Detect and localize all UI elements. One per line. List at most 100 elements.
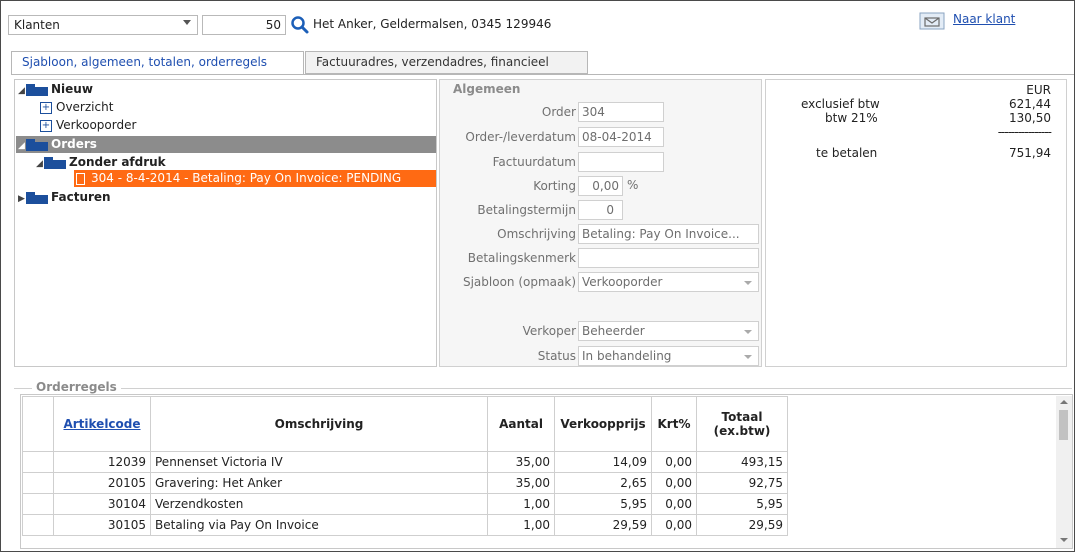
tab-factuuradres[interactable]: Factuuradres, verzendadres, financieel [305,51,588,74]
tree-item-label: Facturen [51,190,111,204]
cell-aantal[interactable]: 1,00 [487,493,555,515]
tree-item-order-304[interactable]: 304 - 8-4-2014 - Betaling: Pay On Invoic… [76,169,401,187]
cell-krt[interactable]: 0,00 [651,451,697,473]
cell-krt[interactable]: 0,00 [651,493,697,515]
row-indicator[interactable] [22,451,54,473]
cell-krt[interactable]: 0,00 [651,472,697,494]
collapse-arrow-icon[interactable]: ◢ [36,155,44,173]
cell-verkoopprijs[interactable]: 14,09 [554,451,652,473]
tree-item-nieuw[interactable]: ◢ Nieuw [18,80,93,98]
korting-field[interactable]: 0,00 [578,176,623,196]
row-indicator[interactable] [22,514,54,536]
leverdatum-field[interactable]: 08-04-2014 [578,127,664,147]
cell-verkoopprijs[interactable]: 5,95 [554,493,652,515]
status-label: Status [537,349,576,363]
cell-omschrijving[interactable]: Pennenset Victoria IV [150,451,488,473]
te-betalen-value: 751,94 [1009,146,1051,160]
relation-type-value: Klanten [14,18,60,32]
btw-value: 130,50 [1009,111,1051,125]
factuurdatum-label: Factuurdatum [492,155,576,169]
korting-label: Korting [533,179,576,193]
row-indicator[interactable] [22,472,54,494]
verkoper-select[interactable]: Beheerder [578,321,759,341]
cell-totaal: 5,95 [696,493,788,515]
verkoper-label: Verkoper [522,324,576,338]
cell-aantal[interactable]: 1,00 [487,514,555,536]
collapse-arrow-icon[interactable]: ◢ [18,82,26,100]
cell-artikelcode[interactable]: 30104 [53,493,151,515]
naar-klant-link[interactable]: Naar klant [953,12,1015,26]
client-info-text: Het Anker, Geldermalsen, 0345 129946 [313,17,552,31]
cell-krt[interactable]: 0,00 [651,514,697,536]
chevron-down-icon[interactable] [183,20,191,25]
document-icon [76,172,85,185]
cell-aantal[interactable]: 35,00 [487,472,555,494]
factuurdatum-field[interactable] [578,152,664,172]
sjabloon-select[interactable]: Verkooporder [578,272,759,292]
currency-label: EUR [1026,83,1051,97]
scroll-down-arrow-icon[interactable] [1060,538,1068,542]
cell-verkoopprijs[interactable]: 2,65 [554,472,652,494]
status-select[interactable]: In behandeling [578,346,759,366]
cell-artikelcode[interactable]: 20105 [53,472,151,494]
chevron-down-icon[interactable] [744,281,752,285]
totals-panel: EUR exclusief btw 621,44 btw 21% 130,50 … [765,79,1067,367]
cell-artikelcode[interactable]: 30105 [53,514,151,536]
table-row[interactable]: 12039 Pennenset Victoria IV 35,00 14,09 … [22,451,788,473]
new-document-icon: + [40,119,52,132]
betalingstermijn-label: Betalingstermijn [477,203,576,217]
cell-aantal[interactable]: 35,00 [487,451,555,473]
tree-item-label: Zonder afdruk [69,155,166,169]
table-row[interactable]: 30105 Betaling via Pay On Invoice 1,00 2… [22,514,788,536]
totals-divider: ---------------- [997,125,1052,139]
relation-type-select[interactable]: Klanten [8,15,198,35]
cell-omschrijving[interactable]: Verzendkosten [150,493,488,515]
column-header-aantal[interactable]: Aantal [487,396,555,452]
tree-item-label: 304 - 8-4-2014 - Betaling: Pay On Invoic… [91,171,402,185]
btw-label: btw 21% [825,111,878,125]
algemeen-legend: Algemeen [453,82,521,96]
envelope-icon[interactable] [919,12,945,30]
client-number-input[interactable]: 50 [202,15,286,35]
tree-item-overzicht[interactable]: + Overzicht [40,98,113,116]
status-value: In behandeling [582,349,672,363]
chevron-down-icon[interactable] [744,355,752,359]
vertical-scrollbar[interactable] [1056,396,1072,548]
scrollbar-thumb[interactable] [1059,410,1068,440]
exclusief-btw-label: exclusief btw [801,97,880,111]
cell-omschrijving[interactable]: Betaling via Pay On Invoice [150,514,488,536]
tab-sjabloon-algemeen[interactable]: Sjabloon, algemeen, totalen, orderregels [11,51,304,75]
expand-arrow-icon[interactable]: ▶ [18,190,26,208]
tree-item-label: Nieuw [51,82,93,96]
cell-omschrijving[interactable]: Gravering: Het Anker [150,472,488,494]
cell-verkoopprijs[interactable]: 29,59 [554,514,652,536]
column-header-krt[interactable]: Krt% [651,396,697,452]
omschrijving-label: Omschrijving [497,227,576,241]
column-header-totaal[interactable]: Totaal (ex.btw) [696,396,788,452]
column-header-omschrijving[interactable]: Omschrijving [150,396,488,452]
cell-artikelcode[interactable]: 12039 [53,451,151,473]
collapse-arrow-icon[interactable]: ◢ [18,137,26,155]
tree-item-facturen[interactable]: ▶ Facturen [18,188,111,206]
chevron-down-icon[interactable] [744,330,752,334]
omschrijving-field[interactable]: Betaling: Pay On Invoice... [578,224,759,244]
column-header-verkoopprijs[interactable]: Verkoopprijs [554,396,652,452]
tree-item-verkooporder[interactable]: + Verkooporder [40,116,136,134]
table-row[interactable]: 20105 Gravering: Het Anker 35,00 2,65 0,… [22,472,788,494]
row-indicator-header [22,396,54,452]
column-header-artikelcode[interactable]: Artikelcode [53,396,151,452]
verkoper-value: Beheerder [582,324,645,338]
tree-item-orders[interactable]: ◢ Orders [18,135,97,153]
korting-unit: % [627,178,639,192]
betalingstermijn-field[interactable]: 0 [578,200,623,220]
folder-icon [44,156,66,169]
table-row[interactable]: 30104 Verzendkosten 1,00 5,95 0,00 5,95 [22,493,788,515]
search-icon[interactable] [289,14,311,36]
order-label: Order [541,105,576,119]
scroll-up-arrow-icon[interactable] [1060,400,1068,404]
tree-item-label: Orders [51,137,97,151]
order-field[interactable]: 304 [578,102,664,122]
betalingskenmerk-field[interactable] [578,248,759,268]
row-indicator[interactable] [22,493,54,515]
exclusief-btw-value: 621,44 [1009,97,1051,111]
